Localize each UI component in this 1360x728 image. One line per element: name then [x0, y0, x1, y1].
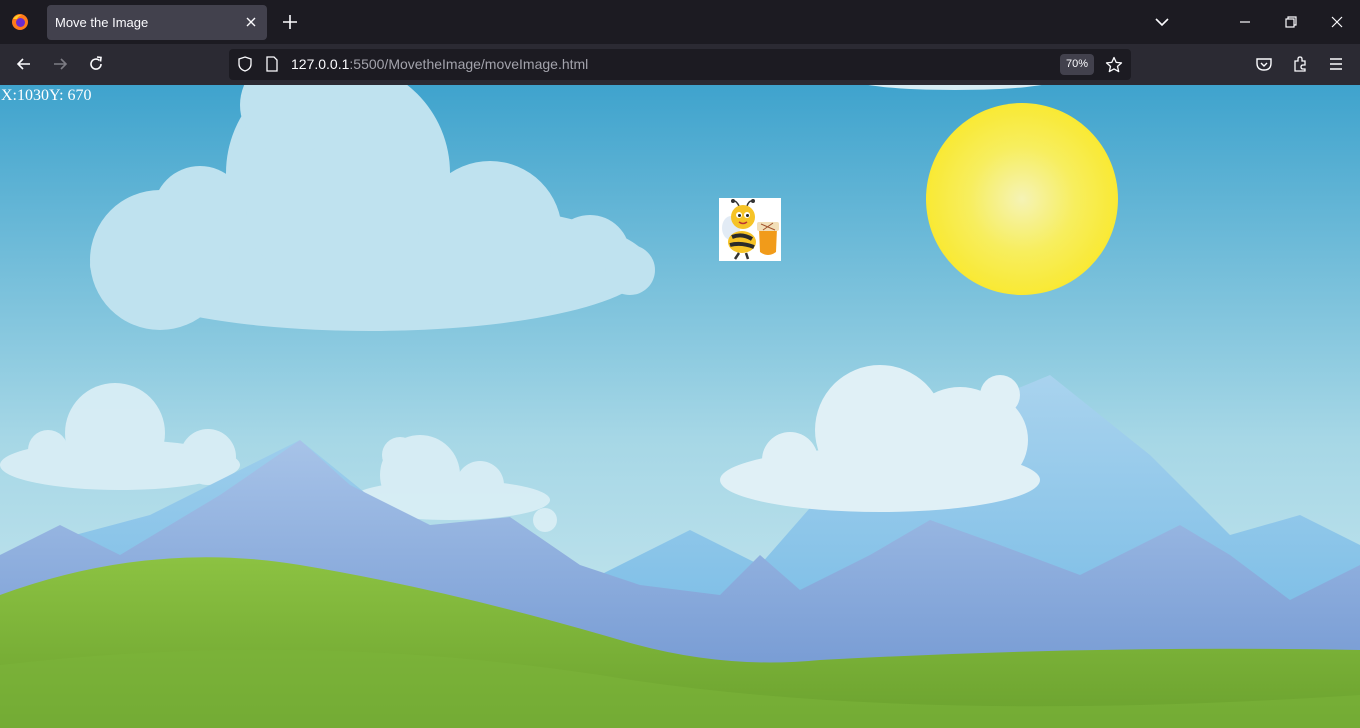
plus-icon[interactable]	[281, 13, 299, 31]
pocket-icon[interactable]	[1255, 55, 1273, 73]
extensions-icon[interactable]	[1291, 55, 1309, 73]
reload-icon[interactable]	[87, 55, 105, 73]
firefox-icon[interactable]	[11, 13, 29, 31]
restore-icon[interactable]	[1282, 13, 1300, 31]
page-viewport: X:1030Y: 670	[0, 85, 1360, 728]
y-value: 670	[67, 87, 92, 104]
sun	[926, 103, 1118, 295]
back-icon[interactable]	[15, 55, 33, 73]
url-host: 127.0.0.1	[291, 56, 350, 72]
coordinates-readout: X:1030Y: 670	[1, 87, 92, 105]
page-icon[interactable]	[264, 56, 280, 72]
close-icon[interactable]	[243, 14, 259, 30]
menu-icon[interactable]	[1327, 55, 1345, 73]
tab-title: Move the Image	[55, 15, 149, 30]
close-window-icon[interactable]	[1328, 13, 1346, 31]
y-label: Y:	[49, 87, 68, 104]
tab-strip: Move the Image	[0, 0, 1360, 44]
x-label: X:	[1, 87, 17, 104]
forward-icon[interactable]	[51, 55, 69, 73]
navigation-bar: 127.0.0.1:5500/MovetheImage/moveImage.ht…	[0, 44, 1360, 85]
zoom-badge[interactable]: 70%	[1060, 54, 1094, 75]
background-landscape	[0, 85, 1360, 728]
x-value: 1030	[17, 87, 49, 104]
movable-image[interactable]	[719, 198, 781, 261]
address-bar[interactable]: 127.0.0.1:5500/MovetheImage/moveImage.ht…	[229, 49, 1131, 80]
minimize-icon[interactable]	[1236, 13, 1254, 31]
chevron-down-icon[interactable]	[1153, 13, 1171, 31]
browser-tab[interactable]: Move the Image	[47, 5, 267, 40]
url-text: 127.0.0.1:5500/MovetheImage/moveImage.ht…	[291, 56, 588, 72]
star-icon[interactable]	[1105, 56, 1123, 74]
shield-icon[interactable]	[237, 56, 253, 72]
bee-icon	[722, 199, 779, 260]
url-path: :5500/MovetheImage/moveImage.html	[349, 56, 589, 72]
